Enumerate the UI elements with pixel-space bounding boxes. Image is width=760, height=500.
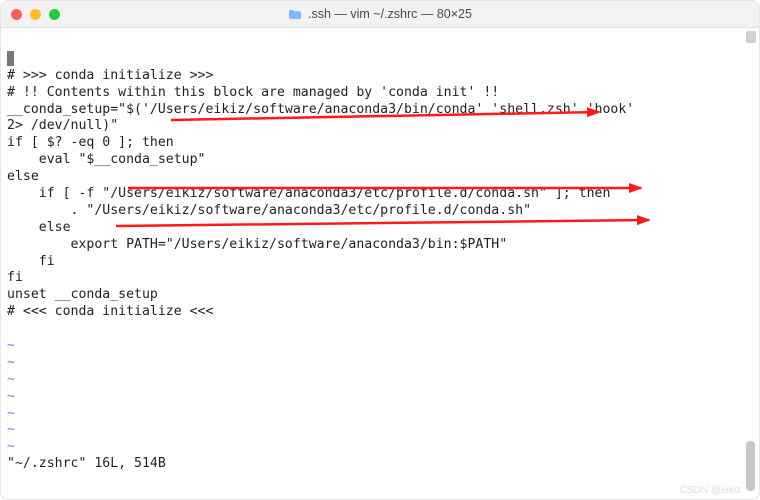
- vim-empty-line: ~: [7, 338, 15, 353]
- window-title: .ssh — vim ~/.zshrc — 80×25: [308, 7, 472, 21]
- code-line: 2> /dev/null)": [7, 118, 118, 133]
- vim-empty-line: ~: [7, 406, 15, 421]
- code-line: . "/Users/eikiz/software/anaconda3/etc/p…: [7, 203, 531, 218]
- code-line: unset __conda_setup: [7, 287, 158, 302]
- terminal-body[interactable]: # >>> conda initialize >>> # !! Contents…: [1, 28, 759, 500]
- code-line: # !! Contents within this block are mana…: [7, 85, 499, 100]
- code-line: __conda_setup="$('/Users/eikiz/software/…: [7, 102, 634, 117]
- vim-empty-line: ~: [7, 372, 15, 387]
- close-button[interactable]: [11, 9, 22, 20]
- code-line: fi: [7, 270, 23, 285]
- code-line: export PATH="/Users/eikiz/software/anaco…: [7, 237, 507, 252]
- code-line: fi: [7, 254, 55, 269]
- scrollbar-thumb[interactable]: [746, 441, 755, 491]
- code-line: if [ $? -eq 0 ]; then: [7, 135, 174, 150]
- vim-empty-line: ~: [7, 439, 15, 454]
- code-line: eval "$__conda_setup": [7, 152, 206, 167]
- cursor-block: [7, 51, 14, 66]
- code-line: # >>> conda initialize >>>: [7, 68, 213, 83]
- traffic-lights: [11, 9, 60, 20]
- scrollbar-track[interactable]: [746, 29, 755, 489]
- titlebar: .ssh — vim ~/.zshrc — 80×25: [1, 1, 759, 28]
- code-line: if [ -f "/Users/eikiz/software/anaconda3…: [7, 186, 610, 201]
- terminal-window: .ssh — vim ~/.zshrc — 80×25 # >>> conda …: [0, 0, 760, 500]
- code-line: else: [7, 220, 71, 235]
- watermark: CSDN @eikiz: [680, 485, 741, 496]
- vim-empty-line: ~: [7, 355, 15, 370]
- code-line: # <<< conda initialize <<<: [7, 304, 213, 319]
- arrow-3: [116, 220, 649, 226]
- minimize-button[interactable]: [30, 9, 41, 20]
- vim-empty-line: ~: [7, 422, 15, 437]
- maximize-button[interactable]: [49, 9, 60, 20]
- code-line: else: [7, 169, 39, 184]
- folder-icon: [288, 9, 302, 20]
- vim-empty-line: ~: [7, 389, 15, 404]
- vim-status-line: "~/.zshrc" 16L, 514B: [7, 456, 166, 471]
